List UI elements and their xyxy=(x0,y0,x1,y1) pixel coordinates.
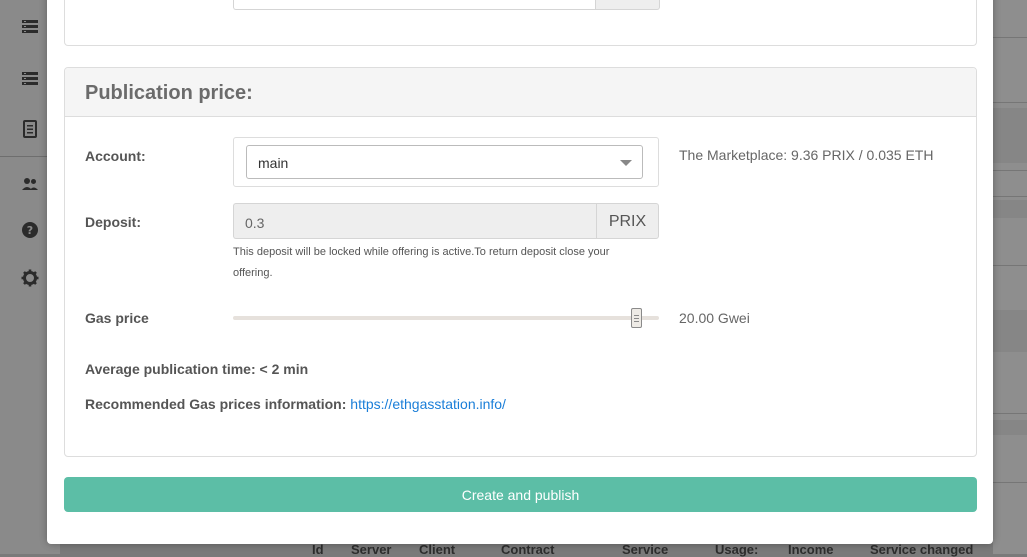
column-header: Contract xyxy=(501,542,555,557)
recommended-gas-info: Recommended Gas prices information: http… xyxy=(85,396,506,412)
deposit-unit-addon: PRIX xyxy=(596,203,659,239)
deposit-input[interactable]: 0.3 xyxy=(233,203,596,239)
average-publication-time: Average publication time: < 2 min xyxy=(85,361,309,377)
account-select-value: main xyxy=(258,155,289,171)
gear-icon[interactable] xyxy=(21,269,39,287)
deposit-help-text: This deposit will be locked while offeri… xyxy=(233,246,610,279)
marketplace-info: The Marketplace: 9.36 PRIX / 0.035 ETH xyxy=(679,147,934,163)
account-select-wrapper: main xyxy=(233,137,659,187)
account-select[interactable]: main xyxy=(246,145,643,179)
column-header: Service xyxy=(622,542,669,557)
column-header: Usage: xyxy=(715,542,759,557)
ethgasstation-link[interactable]: https://ethgasstation.info/ xyxy=(350,396,506,412)
publish-offering-modal: Publication price: Account: main The Mar… xyxy=(47,0,993,544)
account-label: Account: xyxy=(85,148,146,164)
deposit-value: 0.3 xyxy=(245,215,265,231)
panel-heading: Publication price: xyxy=(65,68,976,117)
background-content xyxy=(993,0,1027,554)
recommended-gas-label: Recommended Gas prices information: xyxy=(85,396,351,412)
users-icon[interactable] xyxy=(21,175,39,193)
publication-price-panel: Publication price: Account: main The Mar… xyxy=(64,67,977,457)
slider-track[interactable] xyxy=(233,316,659,320)
previous-input[interactable] xyxy=(233,0,596,10)
help-icon[interactable]: ? xyxy=(21,221,39,239)
gas-price-slider[interactable] xyxy=(233,308,659,328)
svg-text:?: ? xyxy=(27,224,33,237)
offerings-list-icon[interactable] xyxy=(21,70,39,88)
deposit-label: Deposit: xyxy=(85,214,141,230)
column-header: Service changed xyxy=(870,542,974,557)
create-and-publish-button[interactable]: Create and publish xyxy=(64,477,977,512)
previous-panel xyxy=(64,0,977,46)
document-icon[interactable] xyxy=(21,120,39,138)
gas-price-value: 20.00 Gwei xyxy=(679,310,750,326)
slider-handle[interactable] xyxy=(631,308,642,328)
gas-price-label: Gas price xyxy=(85,310,149,326)
chevron-down-icon xyxy=(620,160,632,166)
column-header: Server xyxy=(351,542,392,557)
server-list-icon[interactable] xyxy=(21,18,39,36)
panel-title: Publication price: xyxy=(85,82,253,104)
deposit-unit: PRIX xyxy=(608,213,647,230)
previous-input-addon xyxy=(595,0,660,10)
column-header: Income xyxy=(788,542,834,557)
column-header: Client xyxy=(419,542,456,557)
column-header: Id xyxy=(312,542,324,557)
